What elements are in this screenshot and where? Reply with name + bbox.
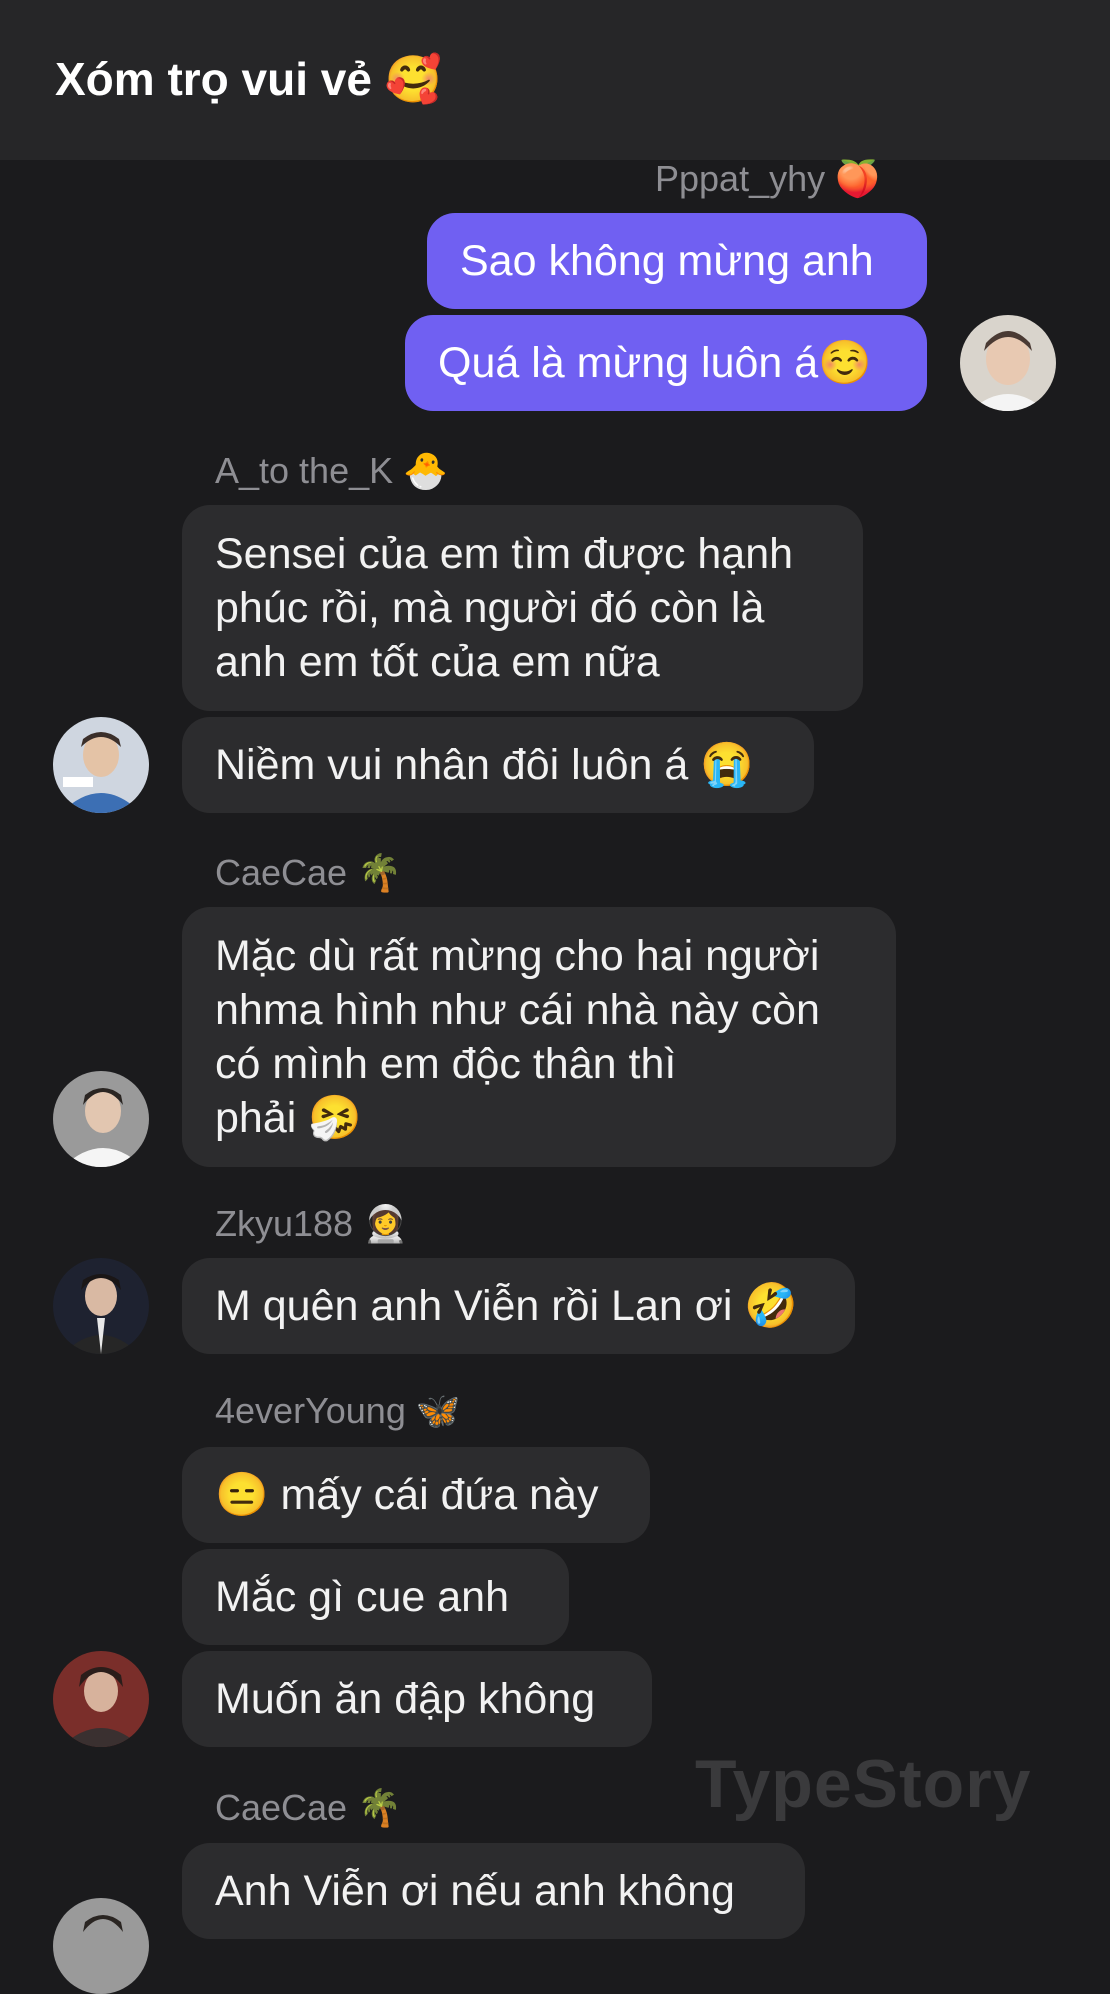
sender-name: Pppat_yhy 🍑 <box>655 158 880 200</box>
avatar-zkyu188[interactable] <box>53 1258 149 1354</box>
avatar-photo <box>53 1258 149 1354</box>
avatar-caecae[interactable] <box>53 1071 149 1167</box>
message-bubble[interactable]: Mắc gì cue anh <box>182 1549 569 1645</box>
palm-tree-emoji-icon: 🌴 <box>357 853 402 894</box>
butterfly-emoji-icon: 🦋 <box>415 1391 461 1432</box>
avatar-photo <box>53 1651 149 1747</box>
avatar-a-to-the-k[interactable] <box>53 717 149 813</box>
group-title[interactable]: Xóm trọ vui vẻ 🥰 <box>55 52 442 107</box>
sender-name: CaeCae 🌴 <box>215 852 402 894</box>
sender-name: CaeCae 🌴 <box>215 1787 402 1829</box>
avatar-4everyoung[interactable] <box>53 1651 149 1747</box>
message-bubble[interactable]: Mặc dù rất mừng cho hai người nhma hình … <box>182 907 896 1167</box>
message-bubble[interactable]: 😑 mấy cái đứa này <box>182 1447 650 1543</box>
avatar-caecae[interactable] <box>53 1898 149 1994</box>
sender-name: Zkyu188 👩‍🚀 <box>215 1203 408 1245</box>
avatar-photo <box>960 315 1056 411</box>
smiling-hearts-emoji-icon: 🥰 <box>384 52 443 106</box>
avatar-pppat[interactable] <box>960 315 1056 411</box>
hatching-chick-emoji-icon: 🐣 <box>403 451 448 492</box>
message-bubble[interactable]: Quá là mừng luôn á☺️ <box>405 315 927 411</box>
watermark: TypeStory <box>695 1746 1032 1822</box>
sender-name: 4everYoung 🦋 <box>215 1390 461 1432</box>
message-bubble[interactable]: Anh Viễn ơi nếu anh không <box>182 1843 805 1939</box>
avatar-photo <box>53 1071 149 1167</box>
message-bubble[interactable]: M quên anh Viễn rồi Lan ơi 🤣 <box>182 1258 855 1354</box>
chat-header: Xóm trọ vui vẻ 🥰 <box>0 0 1110 160</box>
avatar-photo <box>53 1898 149 1994</box>
avatar-photo <box>53 717 149 813</box>
message-bubble[interactable]: Muốn ăn đập không <box>182 1651 652 1747</box>
message-bubble[interactable]: Niềm vui nhân đôi luôn á 😭 <box>182 717 814 813</box>
astronaut-emoji-icon: 👩‍🚀 <box>363 1204 408 1245</box>
peach-emoji-icon: 🍑 <box>835 159 880 200</box>
sender-name: A_to the_K 🐣 <box>215 450 448 492</box>
palm-tree-emoji-icon: 🌴 <box>357 1788 402 1829</box>
message-bubble[interactable]: Sao không mừng anh <box>427 213 927 309</box>
message-bubble[interactable]: Sensei của em tìm được hạnh phúc rồi, mà… <box>182 505 863 711</box>
